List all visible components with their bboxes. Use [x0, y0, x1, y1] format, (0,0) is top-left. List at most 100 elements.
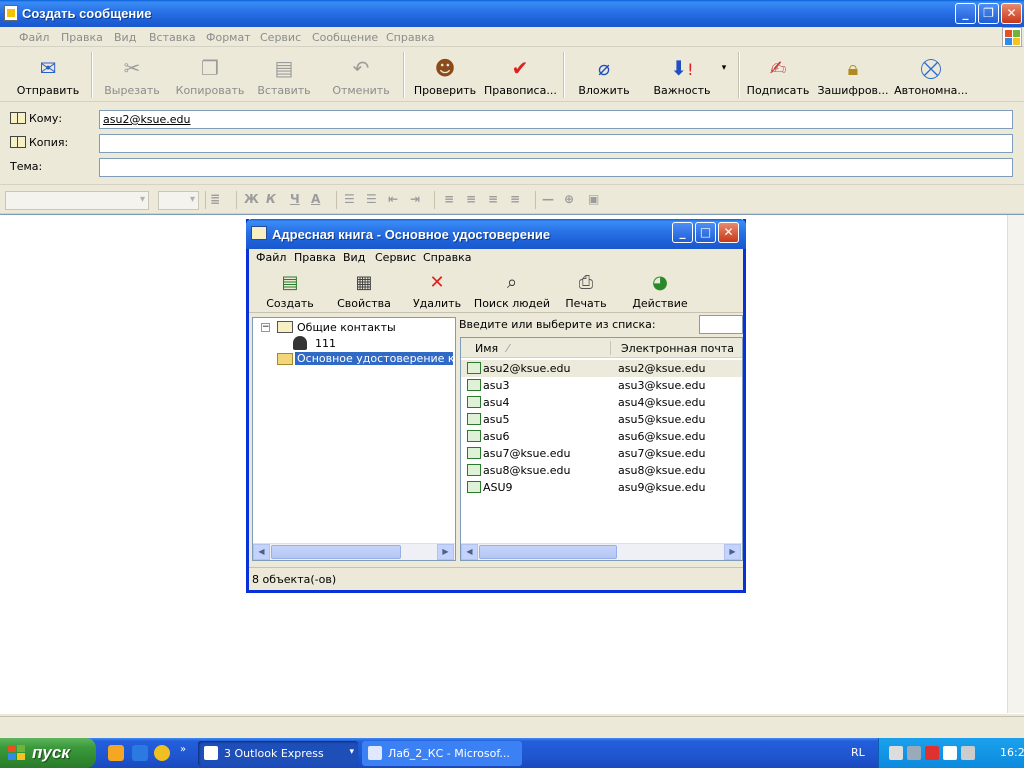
menu-format[interactable]: Формат: [206, 31, 251, 44]
paragraph-style-icon[interactable]: ≣: [210, 192, 220, 206]
scroll-left-arrow[interactable]: ◀: [253, 544, 270, 560]
hyperlink-icon[interactable]: ⊕: [564, 192, 574, 206]
scroll-right-arrow[interactable]: ▶: [724, 544, 741, 560]
compose-titlebar[interactable]: Создать сообщение _ ❐ ✕: [0, 0, 1024, 27]
tree-horizontal-scrollbar[interactable]: ◀ ▶: [253, 543, 455, 560]
cc-label[interactable]: Копия:: [10, 136, 68, 149]
tray-app-icon[interactable]: [943, 746, 957, 760]
send-button[interactable]: ✉ Отправить: [12, 50, 84, 100]
horizontal-line-icon[interactable]: —: [542, 192, 554, 206]
bold-button[interactable]: Ж: [244, 192, 259, 206]
menu-insert[interactable]: Вставка: [149, 31, 196, 44]
list-horizontal-scrollbar[interactable]: ◀ ▶: [461, 543, 742, 560]
dialog-close-button[interactable]: ✕: [718, 222, 739, 243]
align-center-icon[interactable]: ≡: [466, 192, 476, 206]
list-item[interactable]: asu5 asu5@ksue.edu: [461, 411, 742, 428]
menu-tools[interactable]: Сервис: [260, 31, 301, 44]
justify-icon[interactable]: ≡: [510, 192, 520, 206]
address-book-titlebar[interactable]: Адресная книга - Основное удостоверение …: [246, 219, 746, 249]
work-offline-button[interactable]: ⛒ Автономна...: [894, 50, 968, 100]
list-item[interactable]: asu8@ksue.edu asu8@ksue.edu: [461, 462, 742, 479]
subject-field[interactable]: [99, 158, 1013, 177]
dialog-minimize-button[interactable]: _: [672, 222, 693, 243]
dialog-menu-tools[interactable]: Сервис: [375, 251, 416, 264]
list-item[interactable]: asu2@ksue.edu asu2@ksue.edu: [461, 360, 742, 377]
column-name[interactable]: Имя: [475, 342, 498, 355]
scroll-thumb[interactable]: [479, 545, 617, 559]
sign-button[interactable]: ✍ Подписать: [746, 50, 810, 100]
quicklaunch-ie-icon[interactable]: [132, 745, 148, 761]
task-word-document[interactable]: Лаб_2_КС - Microsof...: [362, 741, 522, 766]
underline-button[interactable]: Ч: [290, 192, 300, 206]
dialog-maximize-button[interactable]: □: [695, 222, 716, 243]
list-item[interactable]: asu7@ksue.edu asu7@ksue.edu: [461, 445, 742, 462]
search-input[interactable]: [699, 315, 743, 334]
copy-button[interactable]: ❐ Копировать: [174, 50, 246, 100]
scroll-left-arrow[interactable]: ◀: [461, 544, 478, 560]
dialog-menu-view[interactable]: Вид: [343, 251, 365, 264]
list-item[interactable]: ASU9 asu9@ksue.edu: [461, 479, 742, 496]
quicklaunch-more-icon[interactable]: »: [180, 744, 186, 755]
scroll-right-arrow[interactable]: ▶: [437, 544, 454, 560]
task-outlook-express[interactable]: 3 Outlook Express ▾: [198, 741, 358, 766]
dialog-menu-edit[interactable]: Правка: [294, 251, 336, 264]
menu-file[interactable]: Файл: [19, 31, 49, 44]
column-email[interactable]: Электронная почта: [621, 342, 734, 355]
action-button[interactable]: ◕ Действие: [629, 269, 691, 313]
undo-button[interactable]: ↶ Отменить: [328, 50, 394, 100]
volume-icon[interactable]: [907, 746, 921, 760]
align-right-icon[interactable]: ≡: [488, 192, 498, 206]
tree-item-main-identity[interactable]: Основное удостоверение конт: [295, 352, 453, 365]
network-icon[interactable]: [889, 746, 903, 760]
maximize-button[interactable]: ❐: [978, 3, 999, 24]
collapse-toggle[interactable]: −: [261, 323, 270, 332]
check-names-button[interactable]: ☻ Проверить: [412, 50, 478, 100]
menu-help[interactable]: Справка: [386, 31, 434, 44]
list-item[interactable]: asu3 asu3@ksue.edu: [461, 377, 742, 394]
decrease-indent-icon[interactable]: ⇤: [388, 192, 398, 206]
to-label[interactable]: Кому:: [10, 112, 62, 125]
menu-message[interactable]: Сообщение: [312, 31, 378, 44]
ati-icon[interactable]: [925, 746, 939, 760]
font-size-select[interactable]: [158, 191, 199, 210]
italic-button[interactable]: К: [266, 192, 276, 206]
body-vertical-scrollbar[interactable]: [1007, 215, 1024, 713]
minimize-button[interactable]: _: [955, 3, 976, 24]
tree-item-shared-contacts[interactable]: Общие контакты: [297, 321, 396, 334]
encrypt-button[interactable]: 🔒︎ Зашифров...: [816, 50, 890, 100]
menu-view[interactable]: Вид: [114, 31, 136, 44]
to-field[interactable]: asu2@ksue.edu: [99, 110, 1013, 129]
priority-button[interactable]: ⬇! Важность: [648, 50, 716, 100]
start-button[interactable]: пуск: [0, 738, 96, 768]
font-color-button[interactable]: А: [311, 192, 320, 206]
attach-button[interactable]: ⌀ Вложить: [574, 50, 634, 100]
paste-button[interactable]: ▤ Вставить: [252, 50, 316, 100]
menu-edit[interactable]: Правка: [61, 31, 103, 44]
close-button[interactable]: ✕: [1001, 3, 1022, 24]
create-button[interactable]: ▤ Создать: [261, 269, 319, 313]
align-left-icon[interactable]: ≡: [444, 192, 454, 206]
print-button[interactable]: ⎙ Печать: [561, 269, 611, 313]
priority-dropdown[interactable]: ▾: [718, 50, 730, 100]
increase-indent-icon[interactable]: ⇥: [410, 192, 420, 206]
insert-picture-icon[interactable]: ▣: [588, 192, 599, 206]
find-people-button[interactable]: ⌕ Поиск людей: [473, 269, 551, 313]
spelling-button[interactable]: ✔ Правописа...: [484, 50, 557, 100]
font-name-select[interactable]: [5, 191, 149, 210]
dialog-menu-file[interactable]: Файл: [256, 251, 286, 264]
properties-button[interactable]: ▦ Свойства: [333, 269, 395, 313]
tree-item-111[interactable]: 111: [315, 337, 336, 350]
cc-field[interactable]: [99, 134, 1013, 153]
language-indicator[interactable]: RL: [851, 746, 865, 759]
cut-button[interactable]: ✂ Вырезать: [100, 50, 164, 100]
delete-button[interactable]: ✕ Удалить: [409, 269, 465, 313]
tray-sync-icon[interactable]: [961, 746, 975, 760]
scroll-thumb[interactable]: [271, 545, 401, 559]
dialog-menu-help[interactable]: Справка: [423, 251, 471, 264]
quicklaunch-outlook-icon[interactable]: [108, 745, 124, 761]
bulleted-list-icon[interactable]: ☰: [366, 192, 377, 206]
quicklaunch-media-icon[interactable]: [154, 745, 170, 761]
numbered-list-icon[interactable]: ☰: [344, 192, 355, 206]
list-item[interactable]: asu6 asu6@ksue.edu: [461, 428, 742, 445]
list-item[interactable]: asu4 asu4@ksue.edu: [461, 394, 742, 411]
